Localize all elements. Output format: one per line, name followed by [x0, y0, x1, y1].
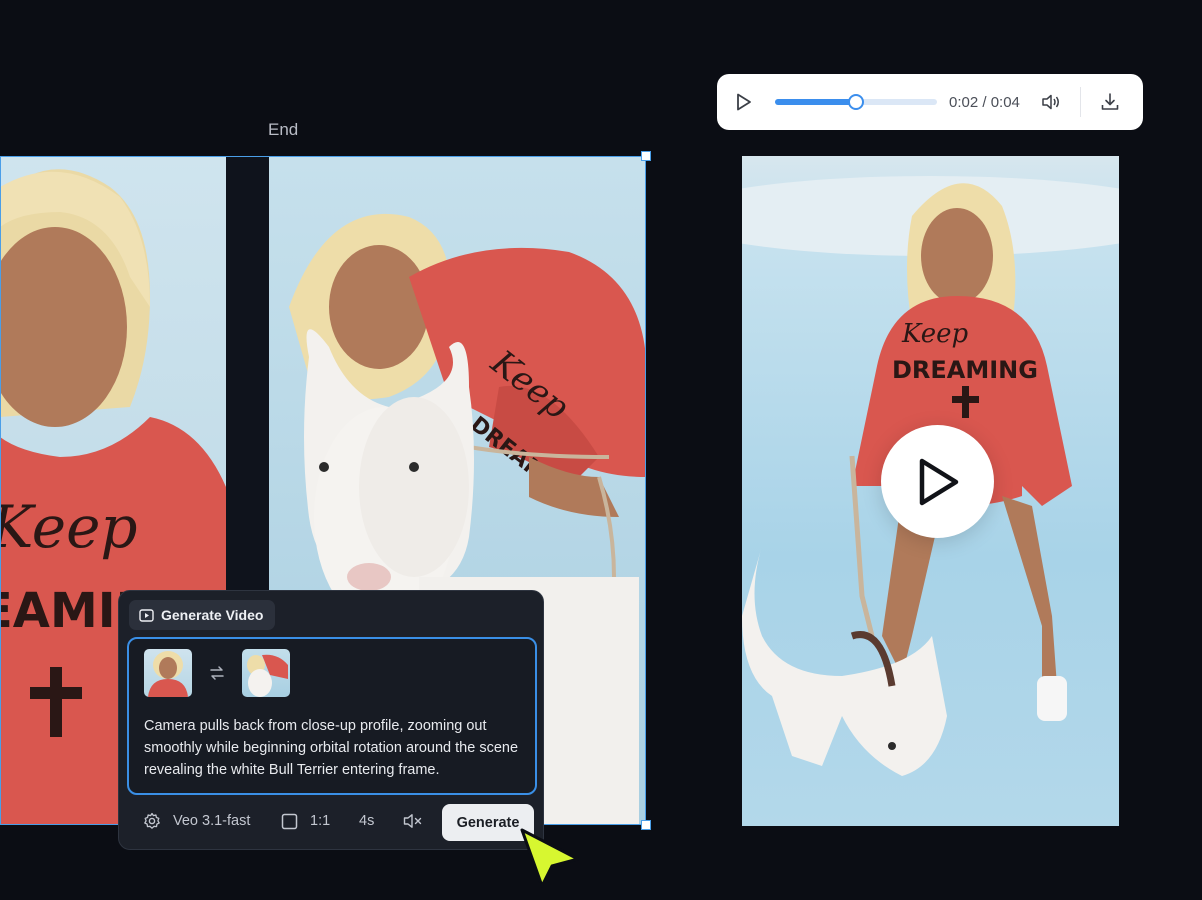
aspect-ratio-icon — [281, 813, 298, 829]
video-icon — [139, 608, 154, 622]
resize-handle-bottom-right[interactable] — [641, 820, 651, 830]
video-player-controls: 0:02 / 0:04 — [717, 74, 1143, 130]
model-selector[interactable]: Veo 3.1-fast — [143, 812, 250, 830]
video-play-button[interactable] — [881, 425, 994, 538]
settings-icon — [144, 812, 160, 829]
download-icon[interactable] — [1099, 91, 1121, 113]
keyframe-thumbnails — [144, 649, 290, 697]
aspect-ratio-label: 1:1 — [310, 813, 331, 829]
mute-icon — [403, 814, 422, 828]
start-frame-thumbnail[interactable] — [144, 649, 192, 697]
duration-label: 4s — [359, 813, 375, 829]
resize-handle-top-right[interactable] — [641, 151, 651, 161]
prompt-input[interactable]: Camera pulls back from close-up profile,… — [127, 637, 537, 795]
svg-text:Keep: Keep — [0, 493, 138, 561]
time-display: 0:02 / 0:04 — [949, 93, 1020, 111]
swap-icon[interactable] — [206, 662, 228, 684]
pointer-cursor-icon — [520, 828, 580, 888]
play-icon — [919, 458, 958, 505]
volume-icon[interactable] — [1040, 91, 1062, 113]
end-frame-label: End — [268, 120, 299, 139]
player-divider — [1079, 87, 1081, 117]
generate-video-tab[interactable]: Generate Video — [129, 600, 276, 630]
progress-fill — [775, 99, 856, 105]
end-frame-thumbnail[interactable] — [242, 649, 290, 697]
mute-toggle[interactable] — [403, 813, 423, 829]
aspect-ratio-selector[interactable]: 1:1 — [281, 813, 330, 830]
progress-thumb[interactable] — [848, 94, 864, 110]
play-icon[interactable] — [733, 91, 755, 113]
generate-video-tab-label: Generate Video — [161, 607, 264, 623]
generate-video-panel: Generate Video Camera pulls back from cl… — [118, 590, 544, 850]
model-label: Veo 3.1-fast — [173, 813, 251, 829]
progress-slider[interactable] — [775, 94, 937, 110]
prompt-text[interactable]: Camera pulls back from close-up profile,… — [144, 715, 524, 781]
svg-text:DREAMING: DREAMING — [892, 356, 1038, 384]
duration-selector[interactable]: 4s — [359, 813, 374, 829]
svg-text:Keep: Keep — [901, 319, 968, 349]
